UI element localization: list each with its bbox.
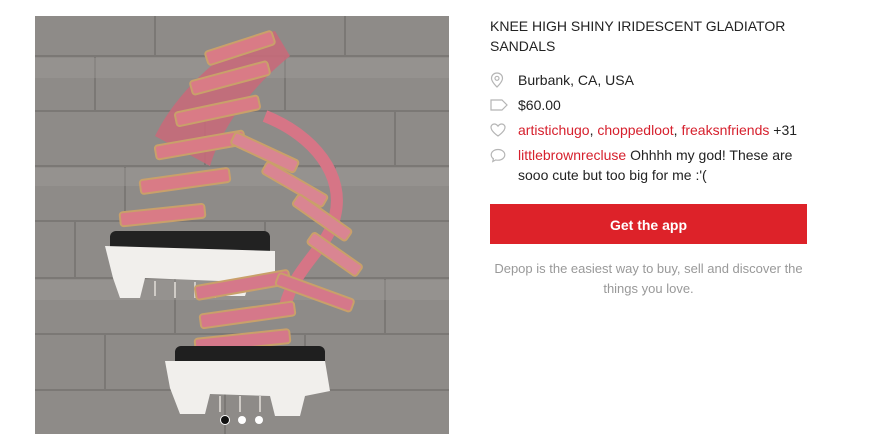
comment-user-link[interactable]: littlebrownrecluse: [518, 147, 626, 163]
price-row: $60.00: [490, 95, 807, 115]
carousel-indicators: [35, 416, 449, 424]
carousel-dot-3[interactable]: [255, 416, 263, 424]
price-text: $60.00: [518, 97, 561, 113]
comment-row: littlebrownrecluse Ohhhh my god! These a…: [490, 145, 807, 185]
product-title: KNEE HIGH SHINY IRIDESCENT GLADIATOR SAN…: [490, 18, 786, 54]
comment-text: littlebrownrecluse Ohhhh my god! These a…: [518, 145, 807, 185]
like-user-link[interactable]: artistichugo: [518, 122, 590, 138]
like-user-link[interactable]: choppedloot: [597, 122, 673, 138]
carousel-dot-2[interactable]: [238, 416, 246, 424]
location-row: Burbank, CA, USA: [490, 70, 807, 90]
likes-more-count[interactable]: +31: [773, 122, 797, 138]
price-tag-icon: [490, 95, 518, 115]
likes-text: artistichugo, choppedloot, freaksnfriend…: [518, 122, 798, 138]
likes-row: artistichugo, choppedloot, freaksnfriend…: [490, 120, 807, 140]
product-image[interactable]: [35, 16, 449, 434]
like-user-link[interactable]: freaksnfriends: [681, 122, 769, 138]
app-tagline: Depop is the easiest way to buy, sell an…: [494, 261, 803, 296]
product-details: KNEE HIGH SHINY IRIDESCENT GLADIATOR SAN…: [490, 16, 807, 299]
sandals-photo: [35, 16, 449, 434]
location-text: Burbank, CA, USA: [518, 72, 634, 88]
location-pin-icon: [490, 70, 518, 90]
get-the-app-button[interactable]: Get the app: [490, 204, 807, 244]
carousel-dot-1[interactable]: [221, 416, 229, 424]
comment-bubble-icon: [490, 145, 518, 165]
heart-icon[interactable]: [490, 120, 518, 140]
